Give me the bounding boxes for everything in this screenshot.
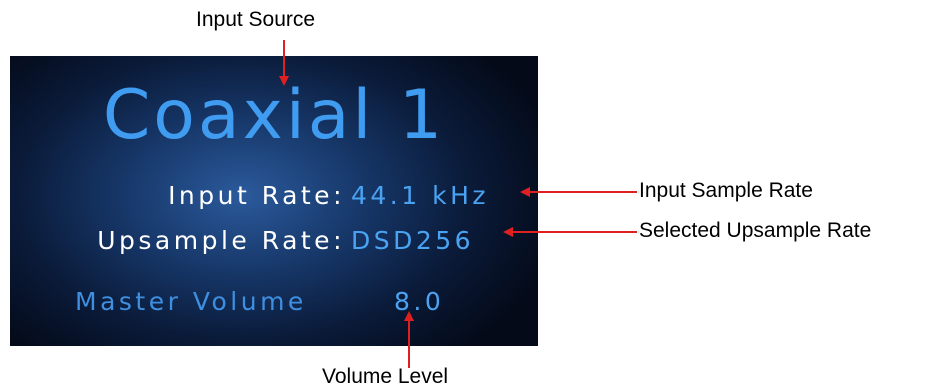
callout-input-sample-rate: Input Sample Rate xyxy=(639,179,813,202)
callout-input-source: Input Source xyxy=(196,8,316,31)
input-rate-value: 44.1 kHz xyxy=(351,181,490,210)
upsample-rate-label: Upsample Rate: xyxy=(97,226,345,255)
diagram-stage: Coaxial 1 Input Rate: 44.1 kHz Upsample … xyxy=(0,0,935,391)
input-source-text: Coaxial 1 xyxy=(102,76,446,155)
callout-volume-level: Volume Level xyxy=(322,365,449,388)
input-rate-label: Input Rate: xyxy=(168,181,345,210)
master-volume-label: Master Volume xyxy=(75,287,307,316)
device-display-panel: Coaxial 1 Input Rate: 44.1 kHz Upsample … xyxy=(10,56,538,346)
upsample-rate-value: DSD256 xyxy=(351,226,475,255)
master-volume-value: 8.0 xyxy=(394,287,445,316)
callout-selected-upsample-rate: Selected Upsample Rate xyxy=(639,219,872,242)
